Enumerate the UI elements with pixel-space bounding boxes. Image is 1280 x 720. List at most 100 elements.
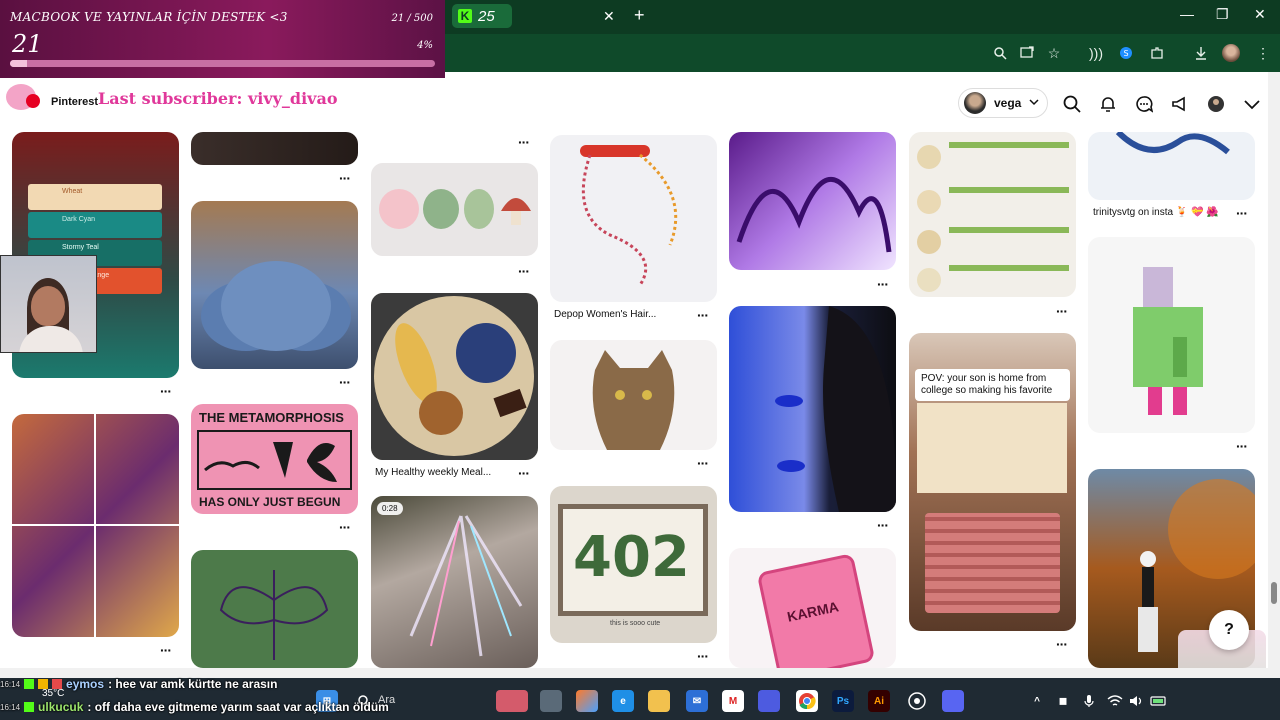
meal-caption[interactable]: My Healthy weekly Meal... [375, 467, 491, 478]
pin-metamorphosis[interactable]: THE METAMORPHOSIS HAS ONLY JUST BEGUN [191, 404, 358, 514]
microphone-icon[interactable] [1078, 690, 1100, 712]
chat-message: 16:14 eymos : hee var amk kürtte ne aras… [0, 676, 277, 692]
pin-karma-sticker[interactable]: KARMA [729, 548, 896, 668]
pin-light-prism-video[interactable]: 0:28 [371, 496, 538, 668]
metamorphosis-illustration [197, 430, 352, 490]
pin-more-icon[interactable]: ··· [1236, 438, 1248, 454]
pin-glitter-jars[interactable] [12, 414, 179, 637]
search-icon[interactable] [1061, 93, 1083, 115]
pin-beaded-hair-clip[interactable] [550, 135, 717, 302]
pin-cat[interactable] [550, 340, 717, 450]
maximize-button[interactable]: ❐ [1216, 6, 1229, 23]
edge-icon[interactable]: e [612, 690, 634, 712]
vertical-scrollbar[interactable] [1268, 72, 1280, 672]
illustrator-icon[interactable]: Ai [868, 690, 890, 712]
messages-icon[interactable] [1133, 93, 1155, 115]
pin-more-icon[interactable]: ··· [877, 517, 889, 533]
profile-avatar[interactable] [1222, 44, 1240, 62]
pin-more-icon[interactable]: ··· [339, 519, 351, 535]
karma-card: KARMA [756, 553, 876, 668]
volume-icon[interactable] [1126, 690, 1148, 712]
pin-more-icon[interactable]: ··· [1056, 636, 1068, 652]
pin-more-icon[interactable]: ··· [697, 648, 709, 664]
gmail-icon[interactable]: M [722, 690, 744, 712]
pin-more-icon[interactable]: ··· [160, 642, 172, 658]
account-switcher[interactable]: vega [958, 88, 1048, 118]
pin-dark-room[interactable] [191, 132, 358, 165]
updates-icon[interactable] [1169, 93, 1191, 115]
pin-more-icon[interactable]: ··· [877, 276, 889, 292]
pin-more-icon[interactable]: ··· [339, 374, 351, 390]
task-view-icon[interactable] [540, 690, 562, 712]
chevron-down-icon [1029, 96, 1039, 110]
download-icon[interactable] [1192, 44, 1210, 62]
tray-chevron-icon[interactable]: ^ [1026, 690, 1048, 712]
browser-menu-icon[interactable]: ⋮ [1254, 44, 1272, 62]
pin-green-moth[interactable] [191, 550, 358, 668]
hair-clip-illustration [580, 145, 678, 286]
pin-more-icon[interactable]: ··· [339, 170, 351, 186]
tray-controller-icon[interactable]: ◼ [1052, 690, 1074, 712]
pin-minecraft-parrot[interactable] [1088, 237, 1255, 433]
pin-blue-art[interactable] [1088, 132, 1255, 200]
trinity-caption[interactable]: trinitysvtg on insta 🍹 💝 🌺 [1093, 207, 1219, 218]
install-app-icon[interactable] [1018, 44, 1036, 62]
shazam-extension-icon[interactable]: S [1117, 44, 1135, 62]
kick-tab-count: 25 [478, 7, 495, 25]
pin-more-icon[interactable]: ··· [518, 134, 530, 150]
pin-denim-flower-pouf[interactable] [191, 201, 358, 369]
tab-close-icon[interactable]: ✕ [603, 8, 615, 25]
pin-mosaic-402[interactable]: 402 this is sooo cute [550, 486, 717, 643]
pin-oatmeal-bowl[interactable] [371, 293, 538, 460]
blue-art-illustration [1115, 132, 1230, 155]
extensions-puzzle-icon[interactable] [1148, 44, 1166, 62]
new-tab-button[interactable]: + [634, 5, 645, 26]
oatmeal-illustration [371, 293, 538, 460]
mail-icon[interactable]: ✉ [686, 690, 708, 712]
metamorphosis-bottom-text: HAS ONLY JUST BEGUN [199, 495, 341, 509]
pin-more-icon[interactable]: ··· [697, 455, 709, 471]
purple-scribble [736, 177, 892, 253]
pin-more-icon[interactable]: ··· [160, 383, 172, 399]
minimize-button[interactable]: — [1180, 6, 1194, 22]
depop-caption[interactable]: Depop Women's Hair... [554, 309, 656, 320]
taskbar-widget-icon[interactable] [496, 690, 528, 712]
pinterest-label[interactable]: Pinterest [51, 96, 98, 108]
chat-time: 16:14 [0, 679, 21, 689]
help-button[interactable]: ? [1209, 610, 1249, 650]
kick-tab[interactable]: K 25 [452, 4, 512, 28]
pin-blue-portrait[interactable] [729, 306, 896, 512]
window-close-button[interactable]: ✕ [1254, 6, 1266, 23]
extension-audio-icon[interactable]: ))) [1087, 44, 1105, 62]
wifi-icon[interactable] [1104, 690, 1126, 712]
profile-icon[interactable] [1205, 93, 1227, 115]
cat-illustration [592, 350, 675, 450]
metamorphosis-top-text: THE METAMORPHOSIS [199, 410, 344, 425]
pin-more-icon[interactable]: ··· [518, 263, 530, 279]
header-chevron-icon[interactable] [1241, 93, 1263, 115]
pin-purple-abstract[interactable] [729, 132, 896, 270]
pin-more-icon[interactable]: ··· [518, 465, 530, 481]
pin-pastel-icons[interactable] [371, 163, 538, 256]
obs-icon[interactable] [906, 690, 928, 712]
zoom-icon[interactable] [991, 44, 1009, 62]
file-explorer-icon[interactable] [648, 690, 670, 712]
pin-more-icon[interactable]: ··· [1056, 303, 1068, 319]
chat-badge-icon [38, 679, 49, 689]
chat-badge-icon [24, 702, 35, 712]
discord-icon[interactable] [942, 690, 964, 712]
photoshop-icon[interactable]: Ps [832, 690, 854, 712]
pinterest-logo-icon[interactable] [6, 84, 40, 110]
scrollbar-thumb[interactable] [1271, 582, 1277, 604]
pin-more-icon[interactable]: ··· [697, 307, 709, 323]
battery-icon[interactable] [1148, 690, 1170, 712]
bookmark-star-icon[interactable]: ☆ [1045, 44, 1063, 62]
pastry-sheets [917, 403, 1067, 493]
notifications-bell-icon[interactable] [1097, 93, 1119, 115]
pin-more-icon[interactable]: ··· [1236, 205, 1248, 221]
copilot-icon[interactable] [576, 690, 598, 712]
pin-tortilla-chart[interactable] [909, 132, 1076, 297]
chrome-icon[interactable] [796, 690, 818, 712]
pin-pov-video[interactable]: POV: your son is home from college so ma… [909, 333, 1076, 631]
app-icon[interactable] [758, 690, 780, 712]
